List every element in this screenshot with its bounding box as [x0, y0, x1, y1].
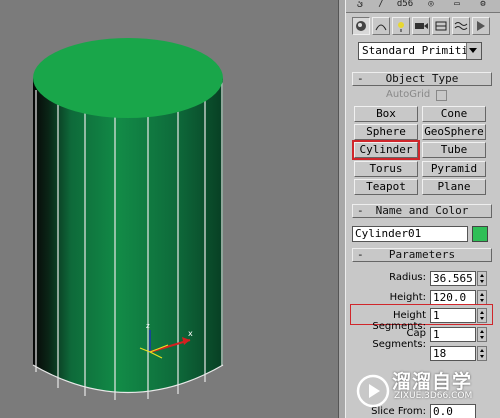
tube-button[interactable]: Tube — [422, 142, 486, 158]
height-segments-spinner[interactable] — [477, 308, 487, 323]
svg-text:z: z — [146, 322, 150, 330]
cylinder-button[interactable]: Cylinder — [352, 140, 420, 160]
watermark-logo-icon — [356, 374, 390, 408]
systems-icon[interactable] — [472, 17, 490, 35]
object-color-swatch[interactable] — [472, 226, 488, 242]
category-dropdown[interactable]: Standard Primitiv — [358, 42, 482, 60]
cylinder-object[interactable] — [32, 38, 224, 400]
cylinder-scene: x z — [32, 38, 224, 400]
create-category-bar — [346, 14, 500, 40]
sphere-button[interactable]: Sphere — [354, 124, 418, 140]
height-input[interactable]: 120.0 — [430, 290, 476, 305]
geometry-icon[interactable] — [352, 17, 370, 35]
geosphere-button[interactable]: GeoSphere — [422, 124, 486, 140]
svg-text:x: x — [188, 329, 193, 338]
collapse-icon: - — [357, 204, 364, 217]
shapes-icon[interactable] — [372, 17, 390, 35]
collapse-icon: - — [357, 248, 364, 261]
command-panel: ئ ∕ d56 ◎ ▭ ⚙ Standard Primitiv - Object… — [346, 0, 500, 418]
plane-button[interactable]: Plane — [422, 179, 486, 195]
spacewarps-icon[interactable] — [452, 17, 470, 35]
autogrid-checkbox[interactable] — [436, 90, 447, 101]
radius-label: Radius: — [389, 272, 426, 283]
radius-spinner[interactable] — [477, 271, 487, 286]
name-and-color-title: Name and Color — [375, 204, 469, 217]
watermark: 溜溜自学 ZIXUE.3D66.COM — [352, 364, 498, 418]
box-button[interactable]: Box — [354, 106, 418, 122]
height-label: Height: — [389, 292, 426, 303]
cap-segments-input[interactable]: 1 — [430, 327, 476, 342]
object-name-field[interactable]: Cylinder01 — [352, 226, 468, 242]
sides-input[interactable]: 18 — [430, 346, 476, 361]
motion-icon[interactable]: ◎ — [422, 0, 440, 10]
cameras-icon[interactable] — [412, 17, 430, 35]
height-spinner[interactable] — [477, 290, 487, 305]
chevron-down-icon[interactable] — [466, 43, 481, 59]
cap-segments-label: Cap Segments: — [372, 328, 426, 350]
autogrid-label: AutoGrid — [386, 89, 431, 100]
tab-hierarchy[interactable]: d56 — [394, 0, 416, 10]
utilities-icon[interactable]: ⚙ — [474, 0, 492, 10]
collapse-icon: - — [357, 72, 364, 85]
perspective-viewport[interactable]: x z — [0, 0, 338, 418]
parameters-rollout-header[interactable]: - Parameters — [352, 248, 492, 262]
radius-input[interactable]: 36.565 — [430, 271, 476, 286]
modify-icon[interactable]: ∕ — [372, 0, 390, 10]
cone-button[interactable]: Cone — [422, 106, 486, 122]
name-and-color-rollout-header[interactable]: - Name and Color — [352, 204, 492, 218]
helpers-icon[interactable] — [432, 17, 450, 35]
category-dropdown-value: Standard Primitiv — [362, 44, 475, 57]
height-segments-input[interactable]: 1 — [430, 308, 476, 323]
teapot-button[interactable]: Teapot — [354, 179, 418, 195]
torus-button[interactable]: Torus — [354, 161, 418, 177]
parameters-title: Parameters — [388, 248, 456, 261]
panel-divider[interactable] — [338, 0, 346, 418]
object-type-rollout-header[interactable]: - Object Type — [352, 72, 492, 86]
lights-icon[interactable] — [392, 17, 410, 35]
sides-spinner[interactable] — [477, 346, 487, 361]
display-icon[interactable]: ▭ — [448, 0, 466, 10]
object-type-title: Object Type — [385, 72, 459, 85]
watermark-title: 溜溜自学 — [392, 371, 473, 393]
tab-create[interactable]: ئ — [350, 0, 370, 10]
panel-tab-bar: ئ ∕ d56 ◎ ▭ ⚙ — [346, 0, 500, 13]
pyramid-button[interactable]: Pyramid — [422, 161, 486, 177]
watermark-subtitle: ZIXUE.3D66.COM — [394, 391, 473, 401]
cap-segments-spinner[interactable] — [477, 327, 487, 342]
